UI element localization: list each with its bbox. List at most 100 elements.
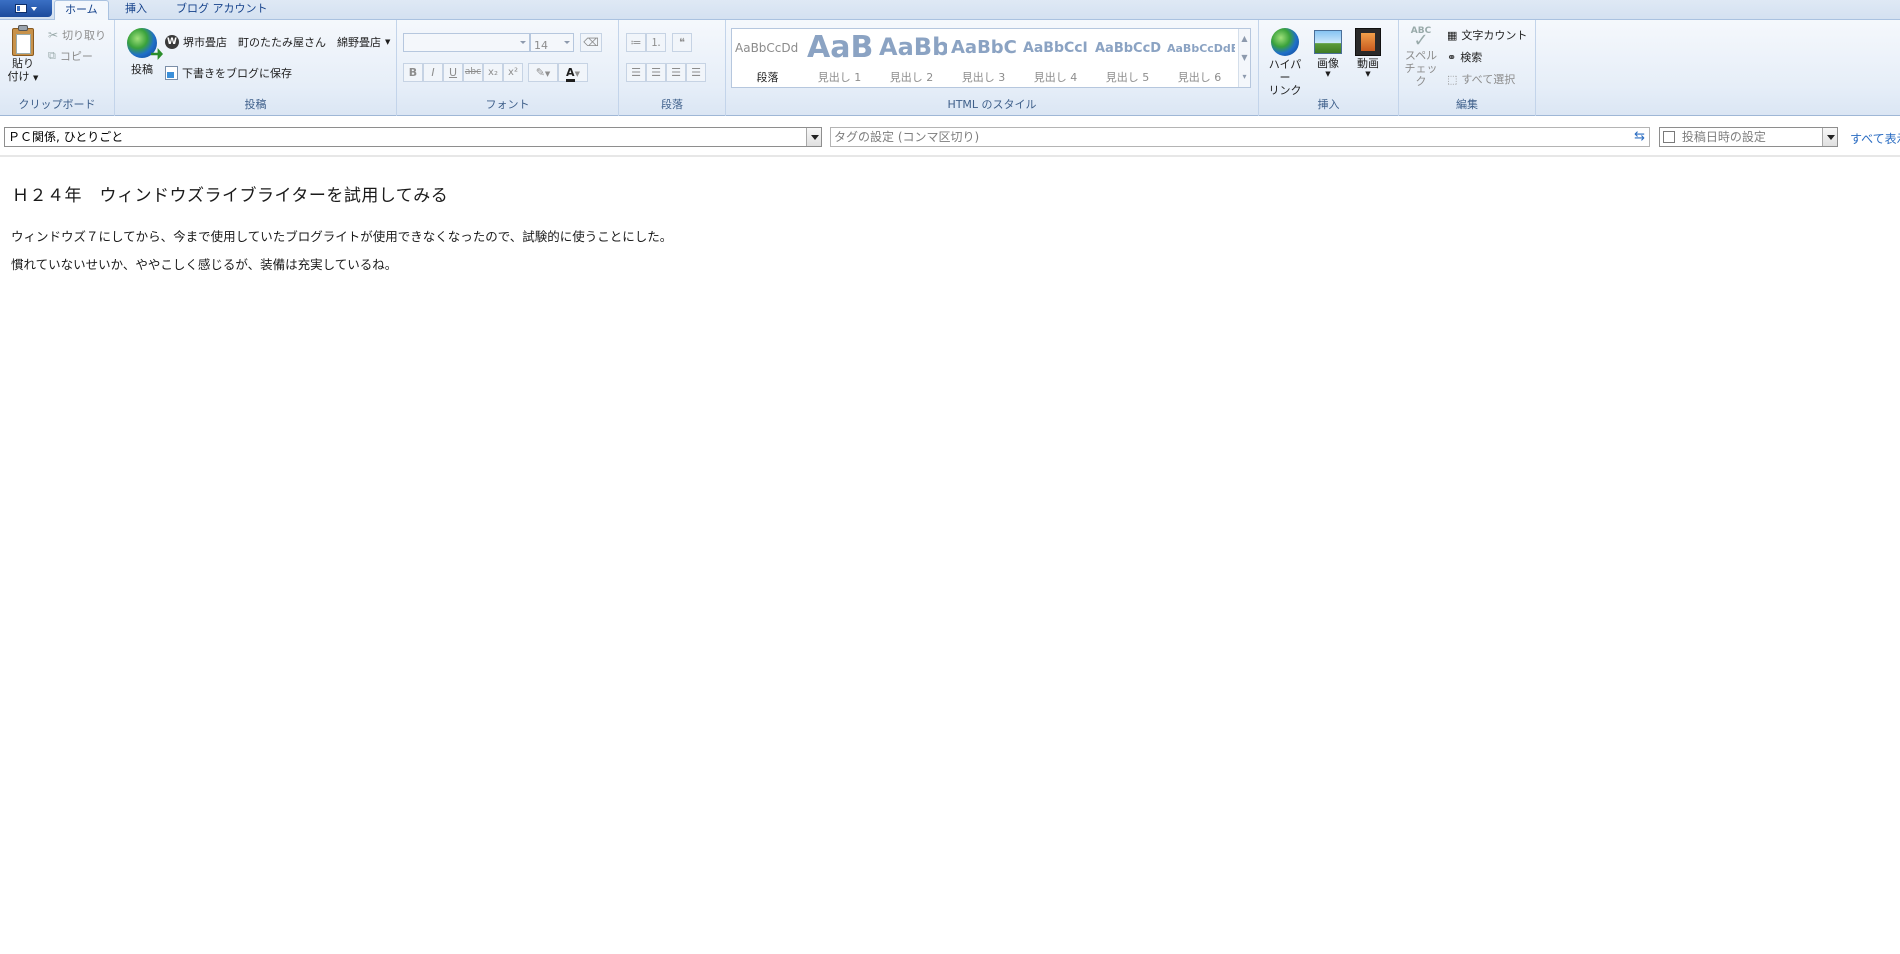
tab-blog-account[interactable]: ブログ アカウント [166, 0, 278, 21]
word-count-button[interactable]: ▦ 文字カウント [1447, 26, 1527, 44]
select-all-button[interactable]: ⬚ すべて選択 [1447, 70, 1515, 88]
caret-down-icon [31, 6, 37, 11]
align-right-icon: ☰ [671, 66, 681, 79]
clipboard-icon [10, 25, 36, 57]
category-field[interactable]: ＰＣ関係, ひとりごと [4, 127, 822, 147]
publish-label: 投稿 [131, 63, 153, 76]
subscript-button[interactable]: x₂ [483, 63, 503, 82]
blockquote-button[interactable]: ❝ [672, 33, 692, 52]
justify-icon: ☰ [691, 66, 701, 79]
style-heading-5[interactable]: AaBbCcD 見出し 5 [1092, 29, 1163, 87]
tab-insert[interactable]: 挿入 [115, 0, 157, 21]
blog-selector[interactable]: W 堺市畳店 町のたたみ屋さん 綿野畳店 ▼ [165, 33, 390, 51]
style-name: 見出し 5 [1105, 71, 1150, 84]
italic-button[interactable]: I [423, 63, 443, 82]
post-title[interactable]: Ｈ２４年 ウィンドウズライブライターを試用してみる [12, 181, 448, 206]
align-left-icon: ☰ [631, 66, 641, 79]
image-button[interactable]: 画像 ▼ [1311, 30, 1345, 78]
post-date-checkbox[interactable] [1663, 131, 1675, 143]
video-label: 動画 [1357, 57, 1379, 70]
group-label-font: フォント [485, 98, 530, 111]
style-sample: AaBbCcD [1095, 41, 1162, 56]
tab-home[interactable]: ホーム [54, 0, 109, 21]
font-size-combo[interactable]: 14 [530, 33, 574, 52]
cut-label: 切り取り [62, 29, 107, 42]
style-name: 見出し 3 [961, 71, 1006, 84]
group-label-paragraph: 段落 [661, 98, 683, 111]
style-heading-6[interactable]: AaBbCcDdE 見出し 6 [1164, 29, 1235, 87]
caret-down-icon [564, 41, 570, 44]
align-left-button[interactable]: ☰ [626, 63, 646, 82]
align-center-button[interactable]: ☰ [646, 63, 666, 82]
style-sample: AaBb [879, 33, 947, 61]
hyperlink-globe-icon [1271, 28, 1299, 56]
style-sample: AaB [807, 30, 874, 65]
style-heading-4[interactable]: AaBbCcI 見出し 4 [1020, 29, 1091, 87]
film-icon [1355, 28, 1381, 56]
style-gallery: AaBbCcDd 段落 AaB 見出し 1 AaBb 見出し 2 AaBbC 見… [731, 28, 1251, 88]
dropdown-arrow-icon[interactable] [806, 128, 821, 146]
clear-format-icon: ⌫ [583, 36, 599, 49]
find-button[interactable]: ⚭ 検索 [1447, 48, 1482, 66]
tags-placeholder: タグの設定 (コンマ区切り) [834, 130, 980, 144]
style-heading-3[interactable]: AaBbC 見出し 3 [948, 29, 1019, 87]
dropdown-arrow-icon[interactable] [1822, 128, 1837, 146]
paste-button[interactable]: 貼り 付け ▼ [6, 25, 40, 85]
style-sample: AaBbCcDd [735, 41, 799, 55]
style-sample: AaBbCcDdE [1167, 42, 1235, 55]
publish-button[interactable]: 投稿 [125, 28, 163, 77]
group-edit: ABC ✓ スペル チェック ▦ 文字カウント ⚭ 検索 ⬚ すべて選択 編集 [1399, 20, 1536, 116]
group-insert: ハイパー リンク 画像 ▼ 動画 ▼ 挿入 [1259, 20, 1399, 116]
group-paragraph: ≔ ⒈ ❝ ☰ ☰ ☰ ☰ 段落 [619, 20, 726, 116]
bold-button[interactable]: B [403, 63, 423, 82]
highlighter-icon: ✎ [535, 66, 545, 79]
style-name: 見出し 2 [889, 71, 934, 84]
style-name: 見出し 6 [1177, 71, 1222, 84]
superscript-button[interactable]: x² [503, 63, 523, 82]
refresh-icon[interactable]: ⇆ [1634, 128, 1645, 146]
font-color-icon: A [566, 66, 575, 82]
clear-format-button[interactable]: ⌫ [580, 33, 602, 52]
application-menu-button[interactable] [0, 0, 52, 17]
post-paragraph[interactable]: ウィンドウズ７にしてから、今まで使用していたブログライトが使用できなくなったので… [11, 226, 672, 245]
scroll-up-icon[interactable]: ▲ [1239, 29, 1250, 48]
binoculars-icon: ⚭ [1447, 50, 1457, 64]
numbered-list-button[interactable]: ⒈ [646, 33, 666, 52]
cut-button[interactable]: ✂ 切り取り [48, 26, 106, 44]
gallery-more-icon[interactable]: ▾ [1239, 67, 1250, 86]
scroll-down-icon[interactable]: ▼ [1239, 48, 1250, 67]
highlight-button[interactable]: ✎▼ [528, 63, 558, 82]
font-name-combo[interactable] [403, 33, 530, 52]
bullet-list-button[interactable]: ≔ [626, 33, 646, 52]
wordpress-icon: W [165, 35, 179, 49]
caret-down-icon: ▼ [1365, 70, 1371, 78]
group-font: 14 ⌫ B I U abc x₂ x² ✎▼ A▼ フォント [397, 20, 619, 116]
blog-name: 堺市畳店 町のたたみ屋さん 綿野畳店 [183, 36, 381, 49]
hyperlink-label-1: ハイパー [1268, 58, 1302, 84]
group-label-edit: 編集 [1456, 98, 1478, 111]
font-color-button[interactable]: A▼ [558, 63, 588, 82]
style-heading-2[interactable]: AaBb 見出し 2 [876, 29, 947, 87]
post-date-field[interactable]: 投稿日時の設定 [1659, 127, 1838, 147]
justify-button[interactable]: ☰ [686, 63, 706, 82]
find-label: 検索 [1460, 51, 1483, 64]
style-paragraph[interactable]: AaBbCcDd 段落 [732, 29, 803, 87]
align-right-button[interactable]: ☰ [666, 63, 686, 82]
paste-label-1: 貼り [12, 57, 34, 70]
hyperlink-button[interactable]: ハイパー リンク [1265, 28, 1305, 97]
spell-check-button[interactable]: ABC ✓ スペル チェック [1403, 26, 1439, 88]
copy-button[interactable]: ⧉ コピー [48, 47, 93, 65]
editor-canvas[interactable]: Ｈ２４年 ウィンドウズライブライターを試用してみる ウィンドウズ７にしてから、今… [0, 159, 1900, 954]
tags-input[interactable]: タグの設定 (コンマ区切り) ⇆ [830, 127, 1650, 147]
post-paragraph[interactable]: 慣れていないせいか、ややこしく感じるが、装備は充実しているね。 [11, 254, 397, 273]
video-button[interactable]: 動画 ▼ [1351, 28, 1385, 78]
globe-publish-icon [127, 28, 163, 60]
underline-button[interactable]: U [443, 63, 463, 82]
save-draft-button[interactable]: 下書きをブログに保存 [165, 64, 292, 82]
style-heading-1[interactable]: AaB 見出し 1 [804, 29, 875, 87]
spell-label-1: スペル [1404, 49, 1438, 62]
style-sample: AaBbC [951, 37, 1017, 58]
strikethrough-button[interactable]: abc [463, 63, 483, 82]
show-all-link[interactable]: すべて表示 [1850, 130, 1900, 147]
style-name: 段落 [756, 71, 779, 84]
